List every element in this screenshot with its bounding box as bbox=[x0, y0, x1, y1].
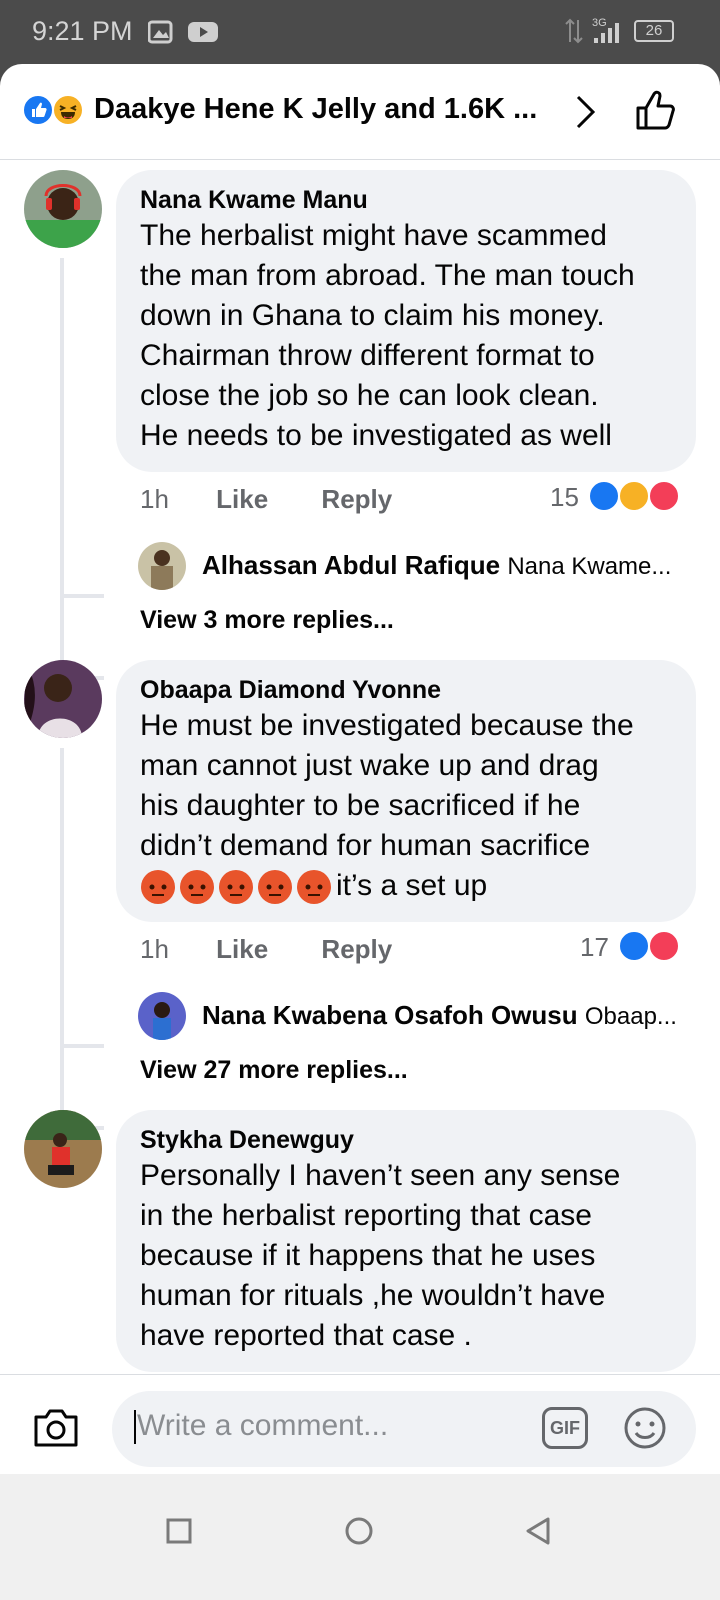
gif-button[interactable]: GIF bbox=[542, 1407, 588, 1449]
love-reaction-icon bbox=[648, 930, 680, 962]
comments-sheet: Daakye Hene K Jelly and 1.6K ... Nana Kw… bbox=[0, 64, 720, 1600]
love-reaction-icon bbox=[648, 480, 680, 512]
gif-label: GIF bbox=[550, 1418, 580, 1438]
avatar[interactable] bbox=[24, 1110, 102, 1188]
reply-preview-row[interactable]: Nana Kwabena Osafoh Owusu Obaap... bbox=[140, 1000, 677, 1031]
comment-time: 1h bbox=[140, 484, 169, 514]
reactions-header[interactable]: Daakye Hene K Jelly and 1.6K ... bbox=[0, 64, 720, 160]
comment-text: The herbalist might have scammed the man… bbox=[140, 219, 635, 452]
angry-emoji-icon bbox=[141, 870, 331, 904]
comment-author[interactable]: Stykha Denewguy bbox=[140, 1124, 672, 1156]
reactions-summary-title[interactable]: Daakye Hene K Jelly and 1.6K ... bbox=[94, 93, 537, 126]
reply-author[interactable]: Nana Kwabena Osafoh Owusu bbox=[202, 1000, 578, 1030]
avatar[interactable] bbox=[24, 170, 102, 248]
comment-composer: Write a comment... GIF bbox=[0, 1374, 720, 1480]
status-bar: 9:21 PM 3G 26 bbox=[0, 0, 720, 70]
like-reaction-icon bbox=[618, 930, 650, 962]
reply-author[interactable]: Alhassan Abdul Rafique bbox=[202, 550, 500, 580]
battery-icon: 26 bbox=[634, 20, 674, 42]
comment-bubble[interactable]: Obaapa Diamond Yvonne He must be investi… bbox=[116, 660, 696, 922]
home-icon[interactable] bbox=[344, 1516, 374, 1546]
haha-reaction-icon bbox=[52, 94, 84, 126]
comment-bubble[interactable]: Stykha Denewguy Personally I haven’t see… bbox=[116, 1110, 696, 1372]
reply-button[interactable]: Reply bbox=[321, 484, 392, 514]
comment-time: 1h bbox=[140, 934, 169, 964]
reaction-count[interactable]: 15 bbox=[550, 482, 579, 513]
reply-button[interactable]: Reply bbox=[321, 934, 392, 964]
reply-preview-row[interactable]: Alhassan Abdul Rafique Nana Kwame... bbox=[140, 550, 671, 581]
emoji-icon[interactable] bbox=[622, 1405, 668, 1451]
comment-author[interactable]: Nana Kwame Manu bbox=[140, 184, 672, 216]
gallery-notification-icon bbox=[148, 20, 173, 44]
comment-text: Personally I haven’t seen any sense in t… bbox=[140, 1159, 621, 1352]
chevron-right-icon[interactable] bbox=[574, 94, 598, 130]
comment-actions: 1h Like Reply bbox=[140, 934, 438, 965]
comment-author[interactable]: Obaapa Diamond Yvonne bbox=[140, 674, 672, 706]
camera-icon[interactable] bbox=[32, 1405, 80, 1449]
thread-branch bbox=[60, 572, 104, 598]
comment-input[interactable]: Write a comment... GIF bbox=[112, 1391, 696, 1467]
system-navigation-bar bbox=[0, 1474, 720, 1600]
signal-icon: 3G bbox=[565, 17, 619, 44]
reply-preview-text: Nana Kwame... bbox=[507, 553, 672, 580]
comment-input-placeholder: Write a comment... bbox=[137, 1409, 389, 1442]
like-button[interactable]: Like bbox=[216, 934, 268, 964]
like-button-icon[interactable] bbox=[634, 88, 680, 134]
text-cursor bbox=[134, 1410, 136, 1445]
like-button[interactable]: Like bbox=[216, 484, 268, 514]
battery-level: 26 bbox=[645, 22, 663, 39]
comment-text: He must be investigated because the man … bbox=[140, 706, 672, 906]
back-icon[interactable] bbox=[524, 1516, 554, 1546]
avatar[interactable] bbox=[24, 660, 102, 738]
comment-bubble[interactable]: Nana Kwame Manu The herbalist might have… bbox=[116, 170, 696, 472]
view-more-replies[interactable]: View 27 more replies... bbox=[140, 1056, 408, 1085]
haha-reaction-icon bbox=[618, 480, 650, 512]
svg-text:3G: 3G bbox=[592, 17, 607, 29]
thread-branch bbox=[60, 1022, 104, 1048]
like-reaction-icon bbox=[588, 480, 620, 512]
like-reaction-icon bbox=[22, 94, 54, 126]
reply-preview-text: Obaap... bbox=[584, 1003, 677, 1030]
view-more-replies[interactable]: View 3 more replies... bbox=[140, 606, 394, 635]
status-time: 9:21 PM bbox=[32, 16, 133, 46]
youtube-notification-icon bbox=[188, 22, 218, 42]
thread-line bbox=[60, 258, 64, 678]
thread-line bbox=[60, 748, 64, 1128]
comment-actions: 1h Like Reply bbox=[140, 484, 438, 515]
recent-apps-icon[interactable] bbox=[166, 1518, 192, 1544]
reaction-count[interactable]: 17 bbox=[580, 932, 609, 963]
